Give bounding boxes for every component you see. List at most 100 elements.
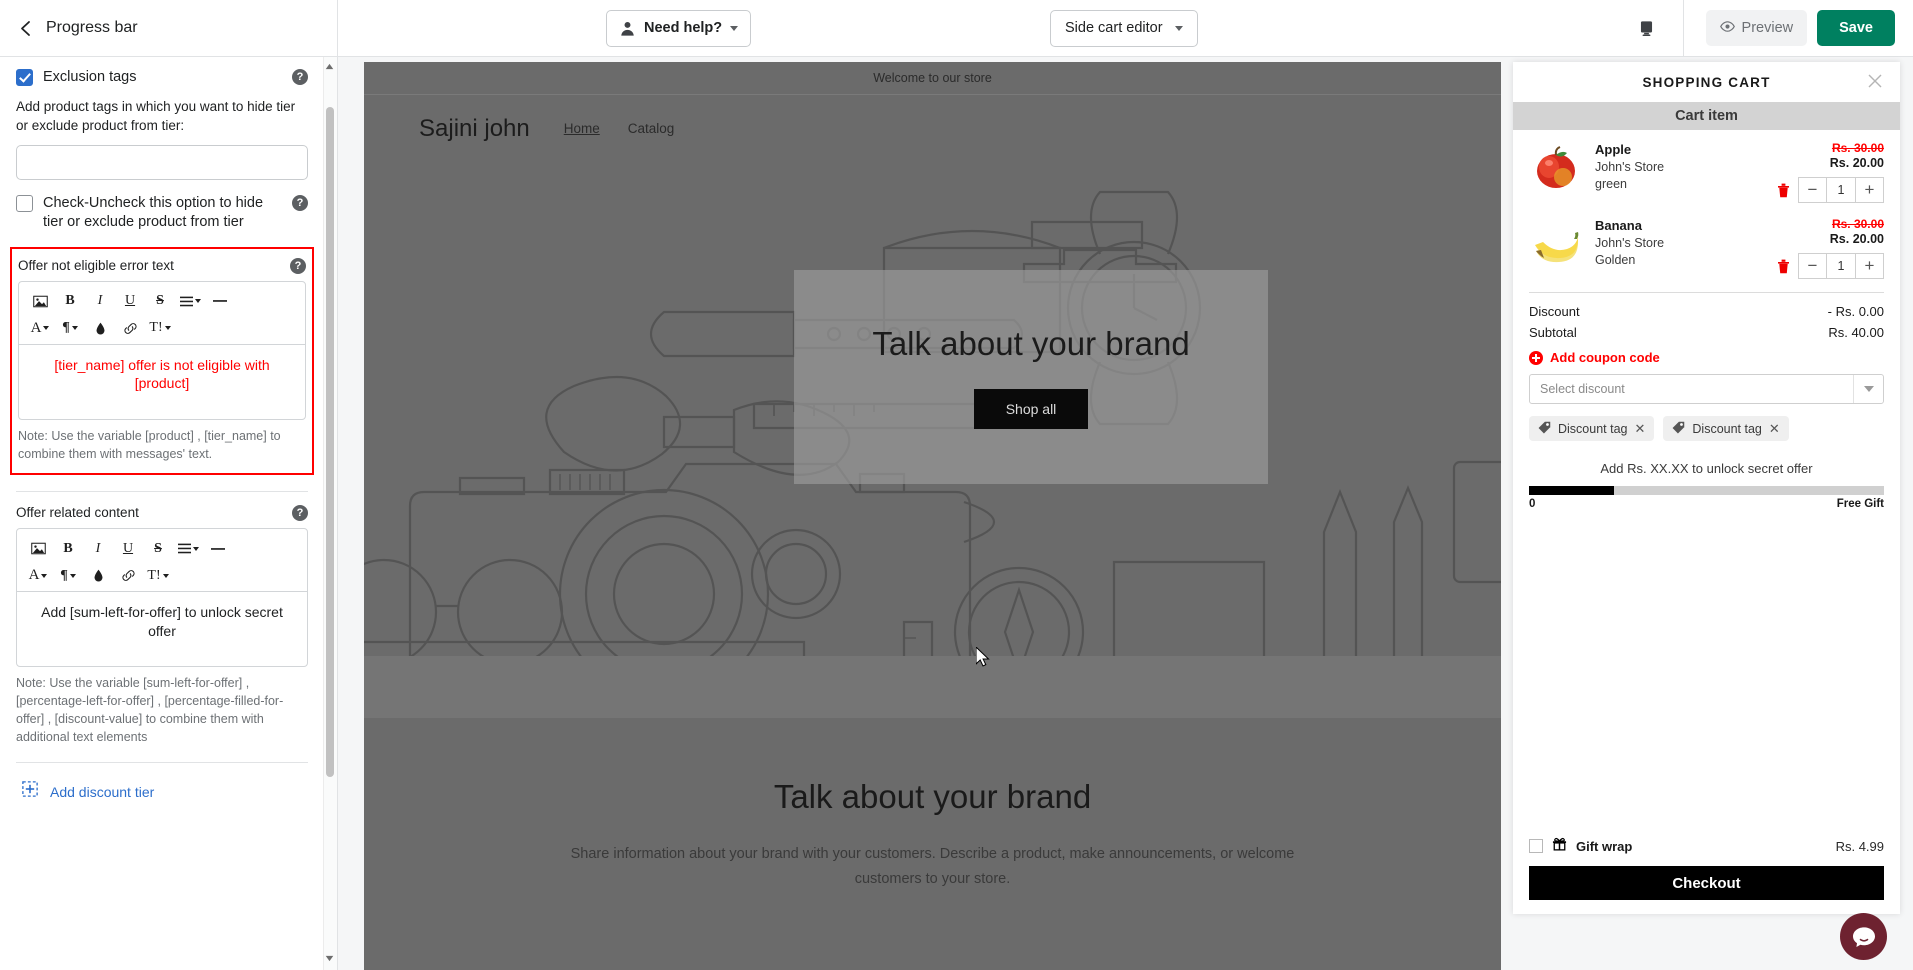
cart-item-store: John's Store [1595, 160, 1665, 174]
save-button[interactable]: Save [1817, 10, 1895, 46]
exclusion-tags-label: Exclusion tags [43, 69, 137, 85]
underline-icon[interactable]: U [117, 289, 143, 313]
offer-not-eligible-title: Offer not eligible error text [18, 257, 174, 273]
quantity-stepper[interactable]: − 1 + [1798, 177, 1884, 203]
scroll-up-icon[interactable] [324, 61, 335, 72]
discount-tag[interactable]: Discount tag ✕ [1529, 416, 1655, 441]
nav-link-home[interactable]: Home [564, 121, 600, 136]
chat-bubble-icon[interactable] [1840, 913, 1887, 960]
clear-format-icon[interactable]: T! [145, 564, 171, 588]
progress-bar-block: Add Rs. XX.XX to unlock secret offer 0 F… [1529, 461, 1884, 510]
cart-item-info: Apple John's Store green [1595, 139, 1752, 191]
related-content-editor: B I U S A ¶ T! Add [sum-left-for-offer] … [16, 528, 308, 668]
align-icon[interactable] [177, 289, 203, 313]
highlight-icon[interactable] [85, 564, 111, 588]
checkout-button[interactable]: Checkout [1529, 866, 1884, 900]
quantity-decrease-button[interactable]: − [1799, 254, 1827, 278]
paragraph-icon[interactable]: ¶ [57, 316, 83, 340]
editor-select[interactable]: Side cart editor [1050, 9, 1198, 47]
italic-icon[interactable]: I [85, 537, 111, 561]
store-navigation: Sajini john Home Catalog [364, 95, 1501, 162]
scroll-down-icon[interactable] [324, 953, 335, 964]
scrollbar-thumb[interactable] [326, 107, 334, 777]
close-icon[interactable]: ✕ [1634, 421, 1645, 437]
image-icon[interactable] [25, 537, 51, 561]
discount-tags: Discount tag ✕ Discount tag ✕ [1529, 416, 1884, 441]
hero-title: Talk about your brand [872, 325, 1190, 362]
add-coupon-button[interactable]: Add coupon code [1529, 350, 1884, 365]
chevron-left-icon[interactable] [14, 17, 36, 39]
link-icon[interactable] [115, 564, 141, 588]
discount-tag-label: Discount tag [1558, 421, 1628, 436]
nav-link-catalog[interactable]: Catalog [628, 121, 675, 136]
progress-track [1529, 486, 1884, 495]
editor-select-label: Side cart editor [1065, 20, 1163, 36]
font-color-icon[interactable]: A [27, 316, 53, 340]
image-icon[interactable] [27, 289, 53, 313]
exclusion-tags-checkbox[interactable] [16, 69, 33, 86]
help-icon[interactable]: ? [292, 69, 308, 85]
exclusion-tags-description: Add product tags in which you want to hi… [16, 98, 296, 134]
highlight-icon[interactable] [87, 316, 113, 340]
cart-item-variant: Golden [1595, 253, 1636, 267]
paragraph-icon[interactable]: ¶ [55, 564, 81, 588]
hero-card: Talk about your brand Shop all [794, 270, 1268, 484]
link-icon[interactable] [117, 316, 143, 340]
gift-wrap-checkbox[interactable] [1529, 839, 1543, 853]
select-discount-dropdown[interactable]: Select discount [1529, 374, 1884, 404]
cart-item-pricing: Rs. 30.00 Rs. 20.00 − 1 + [1764, 139, 1884, 203]
bold-icon[interactable]: B [55, 537, 81, 561]
trash-icon[interactable] [1777, 259, 1790, 274]
help-icon[interactable]: ? [292, 194, 308, 211]
subtotal-row: Subtotal Rs. 40.00 [1529, 322, 1884, 343]
cart-item-controls: − 1 + [1764, 253, 1884, 279]
help-icon[interactable]: ? [292, 505, 308, 522]
close-icon[interactable]: ✕ [1769, 421, 1780, 437]
horizontal-rule-icon[interactable] [205, 537, 231, 561]
underline-icon[interactable]: U [115, 537, 141, 561]
add-square-icon [22, 781, 38, 802]
shop-all-button[interactable]: Shop all [973, 389, 1089, 429]
strikethrough-icon[interactable]: S [145, 537, 171, 561]
italic-icon[interactable]: I [87, 289, 113, 313]
help-icon[interactable]: ? [290, 257, 306, 274]
quantity-stepper[interactable]: − 1 + [1798, 253, 1884, 279]
offer-related-header: Offer related content ? [16, 504, 308, 522]
store-brand[interactable]: Sajini john [419, 115, 530, 143]
left-panel-scrollbar[interactable] [323, 57, 337, 970]
hide-tier-checkbox[interactable] [16, 194, 33, 212]
eye-icon [1719, 19, 1735, 38]
align-icon[interactable] [175, 537, 201, 561]
error-text-note: Note: Use the variable [product] , [tier… [18, 428, 281, 461]
preview-button[interactable]: Preview [1705, 10, 1808, 46]
banana-image [1529, 215, 1583, 269]
desktop-icon[interactable] [1627, 10, 1667, 46]
font-color-icon[interactable]: A [25, 564, 51, 588]
quantity-decrease-button[interactable]: − [1799, 178, 1827, 202]
progress-fill [1529, 486, 1615, 495]
nav-links: Home Catalog [564, 121, 675, 136]
offer-related-title: Offer related content [16, 505, 139, 521]
person-icon [619, 20, 636, 37]
cart-item-old-price: Rs. 30.00 [1831, 141, 1884, 155]
discount-tag[interactable]: Discount tag ✕ [1663, 416, 1789, 441]
error-text-content[interactable]: [tier_name] offer is not eligible with [… [19, 345, 305, 419]
trash-icon[interactable] [1777, 183, 1790, 198]
strikethrough-icon[interactable]: S [147, 289, 173, 313]
add-discount-tier-button[interactable]: Add discount tier [16, 763, 308, 822]
top-bar-right: Preview Save [1627, 0, 1913, 57]
chevron-down-icon [1174, 25, 1183, 31]
cart-item-old-price: Rs. 30.00 [1831, 217, 1884, 231]
related-content-text[interactable]: Add [sum-left-for-offer] to unlock secre… [17, 592, 307, 666]
clear-format-icon[interactable]: T! [147, 316, 173, 340]
exclusion-tags-input[interactable] [16, 144, 308, 180]
quantity-increase-button[interactable]: + [1855, 178, 1883, 202]
left-settings-panel: Exclusion tags ? Add product tags in whi… [0, 57, 338, 970]
horizontal-rule-icon[interactable] [207, 289, 233, 313]
quantity-increase-button[interactable]: + [1855, 254, 1883, 278]
close-icon[interactable] [1867, 73, 1883, 89]
need-help-button[interactable]: Need help? [606, 9, 752, 47]
discount-label: Discount [1529, 304, 1580, 319]
add-discount-tier-label: Add discount tier [50, 783, 155, 800]
bold-icon[interactable]: B [57, 289, 83, 313]
